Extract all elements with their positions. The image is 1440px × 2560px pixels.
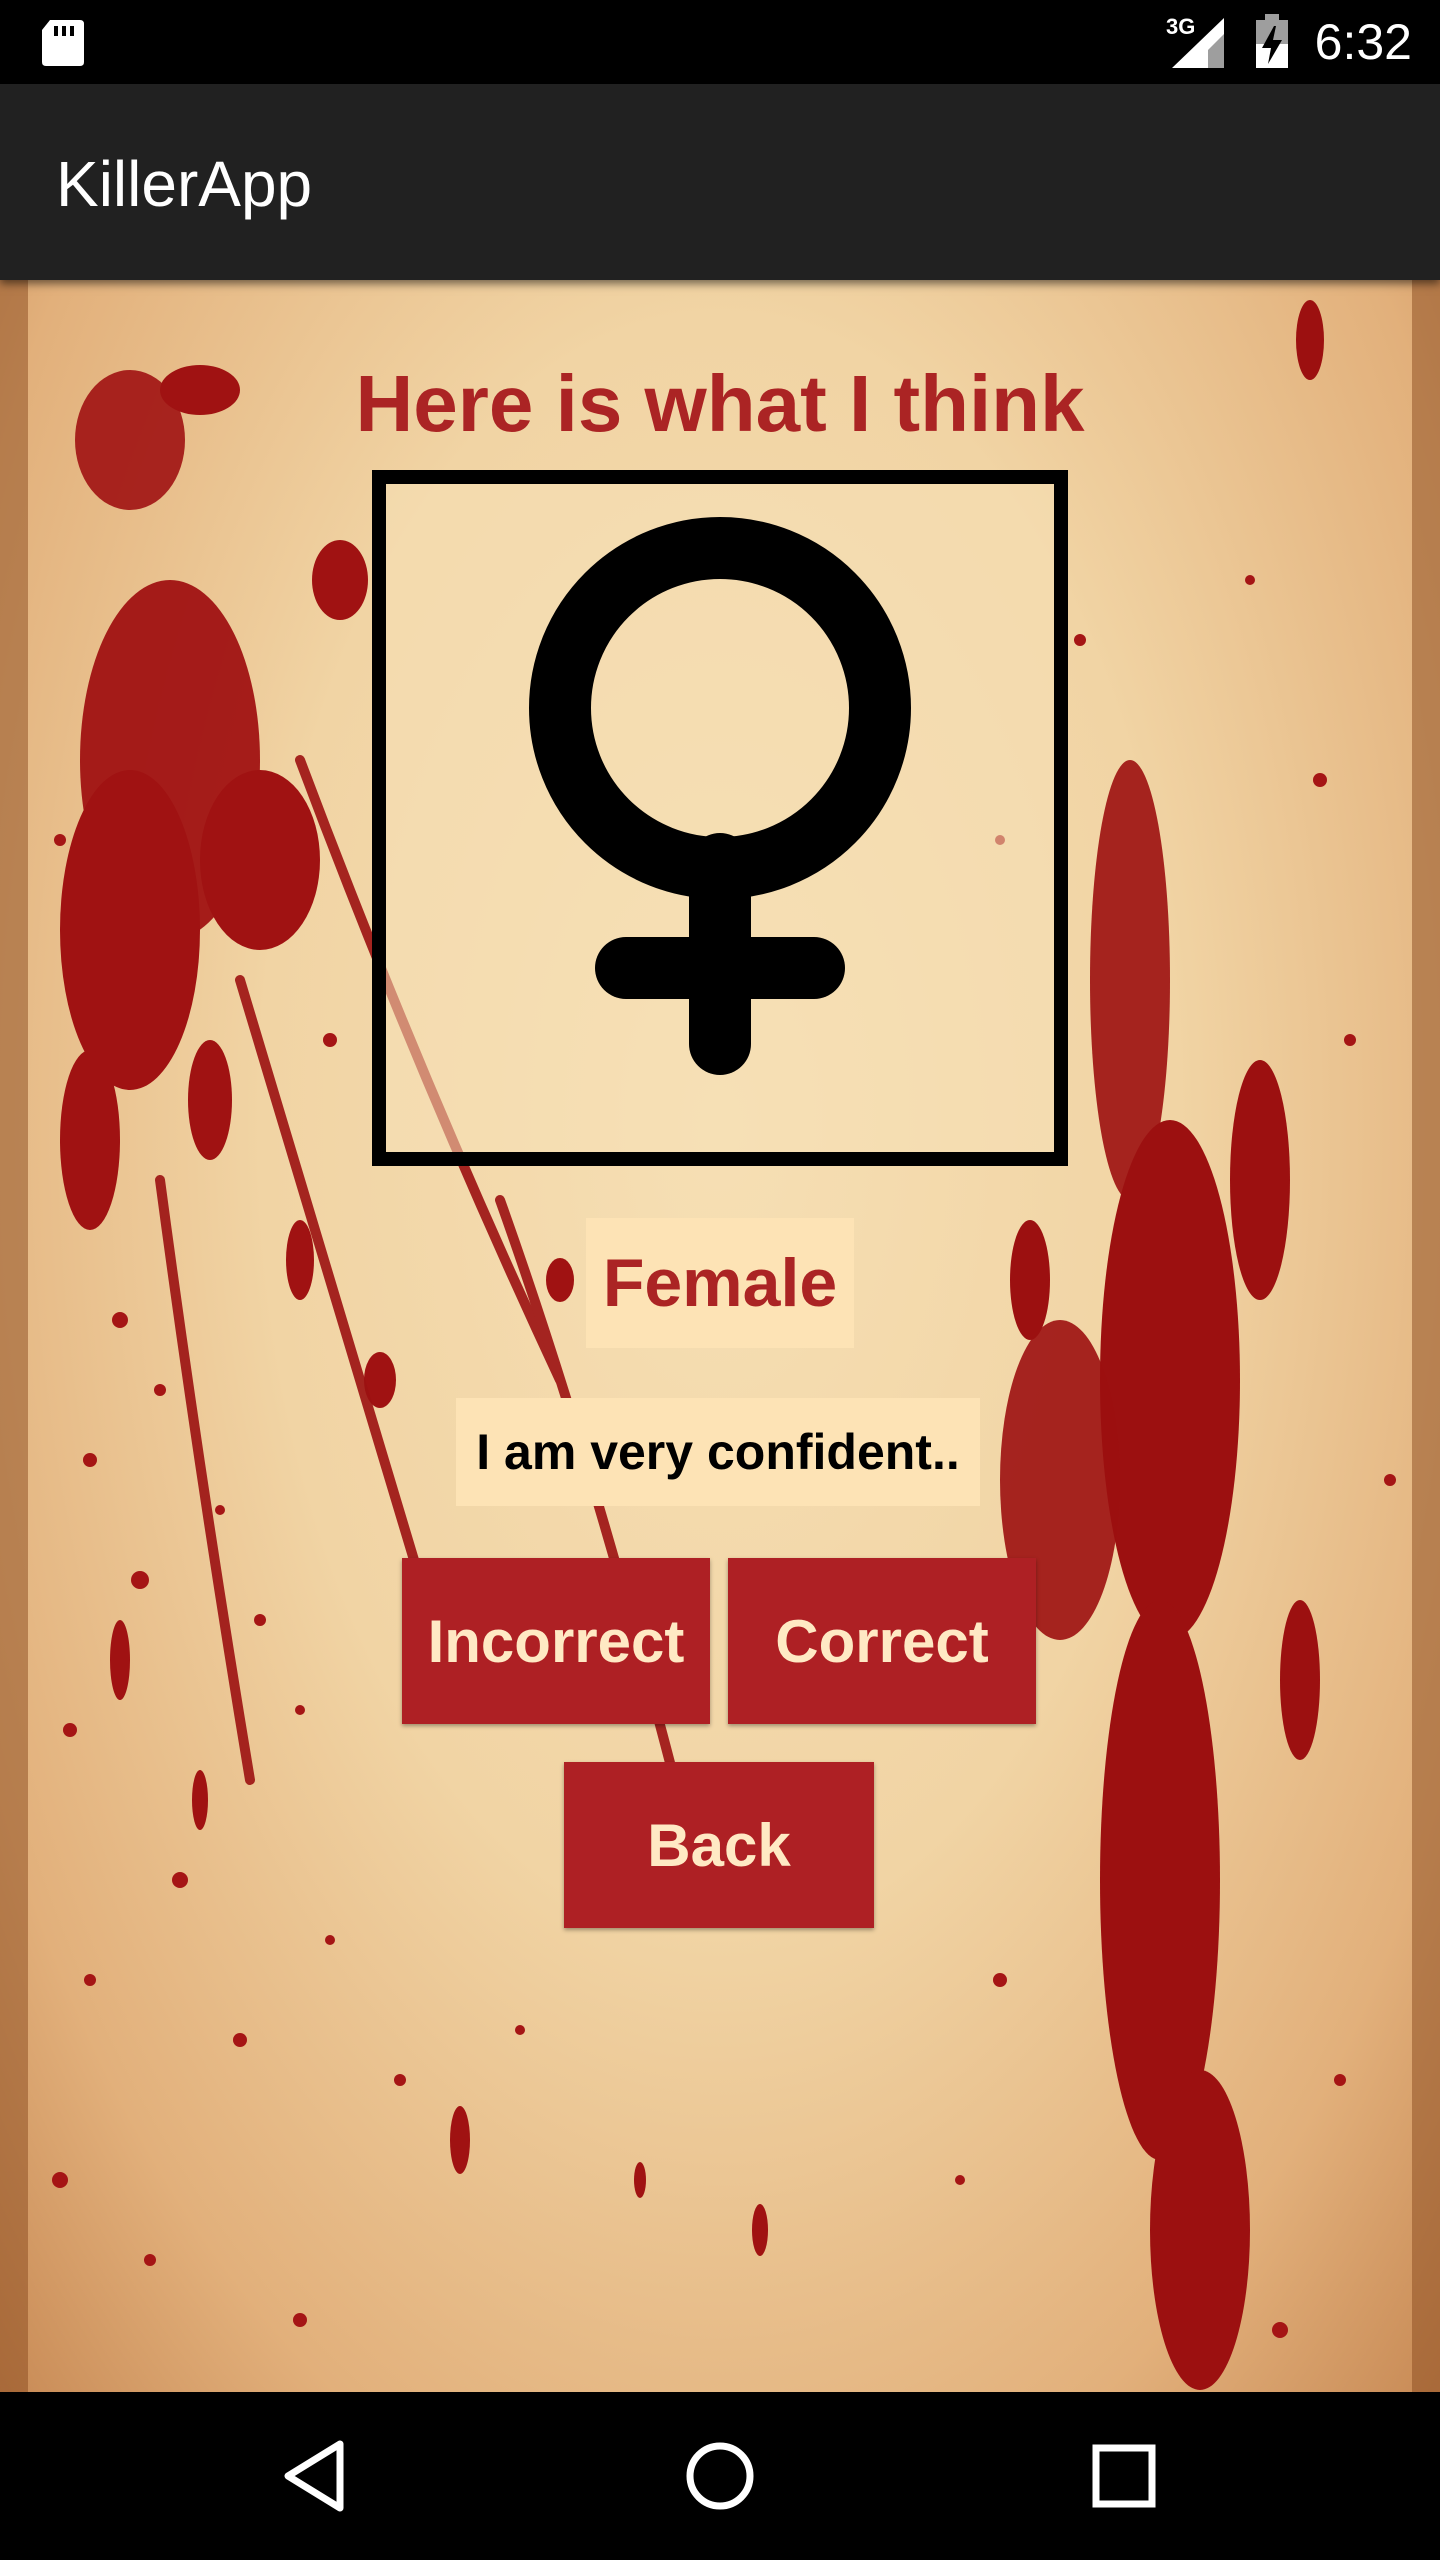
confidence-label: I am very confident.. <box>456 1398 980 1506</box>
page-heading: Here is what I think <box>355 359 1085 448</box>
battery-charging-icon <box>1256 14 1288 68</box>
main-content: Here is what I think Female I am very co… <box>0 280 1440 2392</box>
incorrect-button[interactable]: Incorrect <box>402 1558 710 1724</box>
signal-icon <box>1172 18 1224 68</box>
nav-back-icon[interactable] <box>266 2426 366 2526</box>
app-title: KillerApp <box>56 148 313 220</box>
sd-card-icon <box>42 20 84 66</box>
female-symbol-icon <box>529 517 911 1075</box>
status-clock: 6:32 <box>1314 14 1412 70</box>
nav-recent-apps-icon[interactable] <box>1074 2426 1174 2526</box>
back-button[interactable]: Back <box>564 1762 874 1928</box>
correct-button[interactable]: Correct <box>728 1558 1036 1724</box>
prediction-image-frame <box>372 470 1068 1166</box>
gender-result-label: Female <box>586 1218 854 1348</box>
status-bar: 3G 6:32 <box>0 0 1440 84</box>
nav-home-icon[interactable] <box>670 2426 770 2526</box>
system-navigation-bar <box>0 2392 1440 2560</box>
app-bar: KillerApp <box>0 84 1440 280</box>
